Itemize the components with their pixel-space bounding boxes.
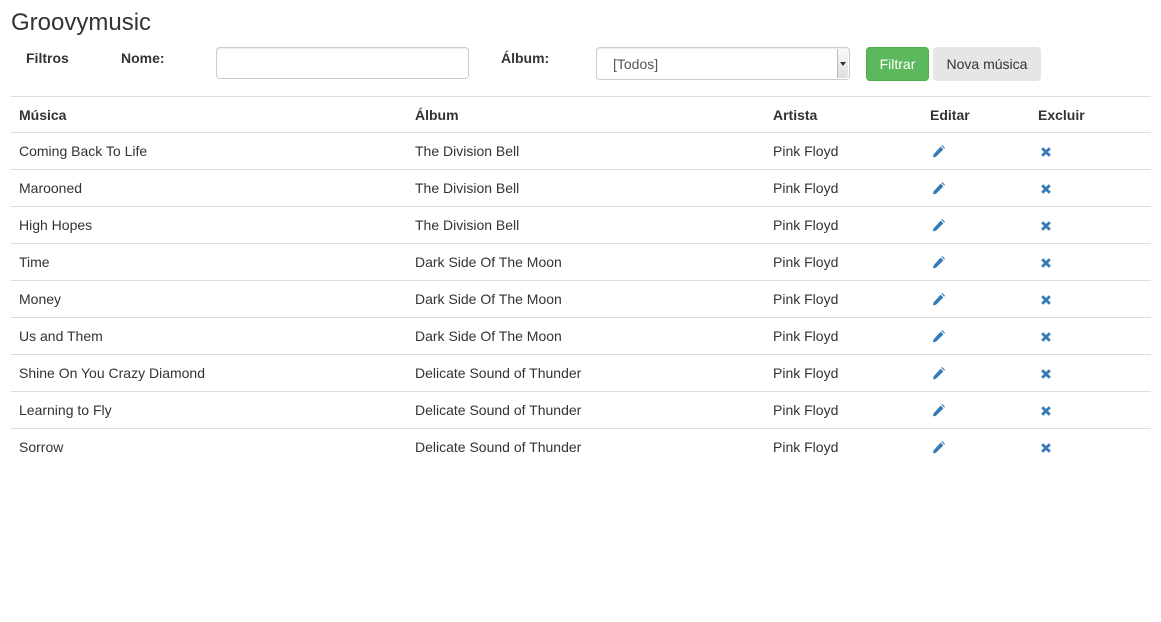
remove-icon[interactable] bbox=[1039, 441, 1053, 455]
cell-artista: Pink Floyd bbox=[765, 132, 922, 170]
page: Groovymusic Filtros Nome: Álbum: [Todos]… bbox=[0, 0, 1161, 622]
pencil-icon[interactable] bbox=[931, 404, 945, 418]
remove-icon[interactable] bbox=[1039, 256, 1053, 270]
table-header-row: Música Álbum Artista Editar Excluir bbox=[11, 96, 1151, 133]
cell-excluir bbox=[1030, 132, 1151, 170]
cell-editar bbox=[922, 169, 1030, 207]
cell-excluir bbox=[1030, 354, 1151, 392]
header-album: Álbum bbox=[407, 96, 765, 133]
pencil-icon[interactable] bbox=[931, 293, 945, 307]
table-row: Learning to Fly Delicate Sound of Thunder… bbox=[11, 391, 1151, 429]
filter-button[interactable]: Filtrar bbox=[866, 47, 929, 81]
music-table: Música Álbum Artista Editar Excluir Comi… bbox=[11, 96, 1151, 466]
album-select[interactable]: [Todos] bbox=[596, 47, 850, 80]
cell-musica: High Hopes bbox=[11, 206, 407, 244]
cell-editar bbox=[922, 354, 1030, 392]
cell-editar bbox=[922, 391, 1030, 429]
cell-musica: Money bbox=[11, 280, 407, 318]
cell-album: The Division Bell bbox=[407, 169, 765, 207]
cell-musica: Shine On You Crazy Diamond bbox=[11, 354, 407, 392]
header-excluir: Excluir bbox=[1030, 96, 1151, 133]
cell-excluir bbox=[1030, 243, 1151, 281]
cell-album: Delicate Sound of Thunder bbox=[407, 391, 765, 429]
cell-editar bbox=[922, 243, 1030, 281]
header-editar: Editar bbox=[922, 96, 1030, 133]
pencil-icon[interactable] bbox=[931, 367, 945, 381]
remove-icon[interactable] bbox=[1039, 219, 1053, 233]
remove-icon[interactable] bbox=[1039, 404, 1053, 418]
cell-musica: Us and Them bbox=[11, 317, 407, 355]
table-row: Sorrow Delicate Sound of Thunder Pink Floy… bbox=[11, 429, 1151, 466]
cell-album: Dark Side Of The Moon bbox=[407, 243, 765, 281]
cell-artista: Pink Floyd bbox=[765, 354, 922, 392]
cell-editar bbox=[922, 280, 1030, 318]
album-label: Álbum: bbox=[501, 50, 550, 66]
name-label: Nome: bbox=[121, 50, 165, 66]
cell-album: Dark Side Of The Moon bbox=[407, 317, 765, 355]
cell-album: Dark Side Of The Moon bbox=[407, 280, 765, 318]
remove-icon[interactable] bbox=[1039, 367, 1053, 381]
table-row: High Hopes The Division Bell Pink Floyd bbox=[11, 206, 1151, 244]
cell-musica: Sorrow bbox=[19, 439, 64, 456]
cell-musica: Time bbox=[11, 243, 407, 281]
cell-musica: Learning to Fly bbox=[11, 391, 407, 429]
remove-icon[interactable] bbox=[1039, 145, 1053, 159]
cell-album: Delicate Sound of Thunder bbox=[415, 439, 582, 456]
table-row: Marooned The Division Bell Pink Floyd bbox=[11, 169, 1151, 207]
cell-artista: Pink Floyd bbox=[765, 317, 922, 355]
cell-excluir bbox=[1030, 317, 1151, 355]
table-row: Shine On You Crazy Diamond Delicate Sound… bbox=[11, 354, 1151, 392]
cell-editar bbox=[922, 132, 1030, 170]
cell-album: The Division Bell bbox=[407, 206, 765, 244]
app-title: Groovymusic bbox=[11, 9, 152, 36]
cell-musica: Marooned bbox=[11, 169, 407, 207]
cell-excluir bbox=[1030, 280, 1151, 318]
header-artista: Artista bbox=[765, 96, 922, 133]
table-row: Time Dark Side Of The Moon Pink Floyd bbox=[11, 243, 1151, 281]
name-input[interactable] bbox=[216, 47, 469, 79]
filter-bar: Filtros Nome: Álbum: [Todos] Filtrar Nov… bbox=[0, 47, 1161, 81]
remove-icon[interactable] bbox=[1039, 182, 1053, 196]
table-row: Coming Back To Life The Division Bell Pink… bbox=[11, 132, 1151, 170]
cell-artista: Pink Floyd bbox=[765, 206, 922, 244]
cell-editar bbox=[922, 317, 1030, 355]
cell-musica: Coming Back To Life bbox=[11, 132, 407, 170]
pencil-icon[interactable] bbox=[931, 330, 945, 344]
cell-excluir bbox=[1030, 169, 1151, 207]
pencil-icon[interactable] bbox=[931, 441, 945, 455]
cell-artista: Pink Floyd bbox=[765, 243, 922, 281]
pencil-icon[interactable] bbox=[931, 219, 945, 233]
cell-editar bbox=[922, 206, 1030, 244]
new-song-button[interactable]: Nova música bbox=[933, 47, 1041, 81]
pencil-icon[interactable] bbox=[931, 256, 945, 270]
cell-excluir bbox=[1030, 206, 1151, 244]
cell-excluir bbox=[1030, 429, 1151, 466]
cell-artista: Pink Floyd bbox=[765, 169, 922, 207]
cell-album: The Division Bell bbox=[407, 132, 765, 170]
table-row: Money Dark Side Of The Moon Pink Floyd bbox=[11, 280, 1151, 318]
remove-icon[interactable] bbox=[1039, 330, 1053, 344]
pencil-icon[interactable] bbox=[931, 145, 945, 159]
cell-album: Delicate Sound of Thunder bbox=[407, 354, 765, 392]
filters-section-label: Filtros bbox=[26, 50, 69, 66]
table-row: Us and Them Dark Side Of The Moon Pink Flo… bbox=[11, 317, 1151, 355]
header-musica: Música bbox=[11, 96, 407, 133]
cell-artista: Pink Floyd bbox=[765, 391, 922, 429]
table-body: Coming Back To Life The Division Bell Pink… bbox=[11, 132, 1151, 466]
pencil-icon[interactable] bbox=[931, 182, 945, 196]
cell-excluir bbox=[1030, 391, 1151, 429]
remove-icon[interactable] bbox=[1039, 293, 1053, 307]
cell-artista: Pink Floyd bbox=[773, 439, 839, 456]
cell-editar bbox=[922, 429, 1030, 466]
dropdown-arrow-icon[interactable] bbox=[837, 49, 848, 78]
cell-artista: Pink Floyd bbox=[765, 280, 922, 318]
album-select-value: [Todos] bbox=[613, 56, 659, 72]
